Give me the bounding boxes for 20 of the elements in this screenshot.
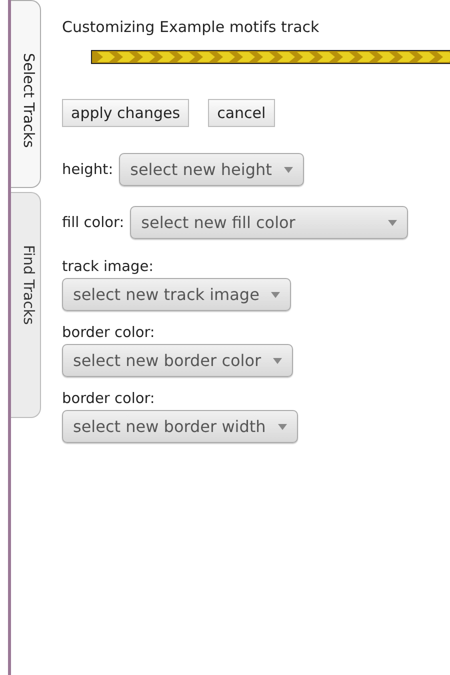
action-button[interactable]: apply changes (62, 99, 190, 127)
side-tab[interactable]: Find Tracks (11, 192, 41, 418)
action-button[interactable]: cancel (208, 99, 275, 127)
field-label: fill color: (62, 214, 124, 230)
caret-icon (278, 424, 287, 430)
field-label: border color: (62, 325, 155, 341)
panel-title: Customizing Example motifs track (62, 18, 320, 36)
caret-icon (284, 166, 293, 172)
field-label: height: (62, 162, 114, 178)
dropdown[interactable]: select new border color (62, 344, 294, 377)
caret-icon (273, 358, 282, 364)
dropdown[interactable]: select new track image (62, 278, 292, 311)
dropdown[interactable]: select new height (119, 153, 304, 186)
caret-icon (271, 292, 280, 298)
dropdown[interactable]: select new border width (62, 410, 298, 443)
side-tab[interactable]: Select Tracks (11, 0, 41, 188)
field-label: border color: (62, 391, 155, 407)
dropdown[interactable]: select new fill color (130, 206, 408, 239)
caret-icon (388, 220, 398, 226)
field-label: track image: (62, 259, 154, 275)
